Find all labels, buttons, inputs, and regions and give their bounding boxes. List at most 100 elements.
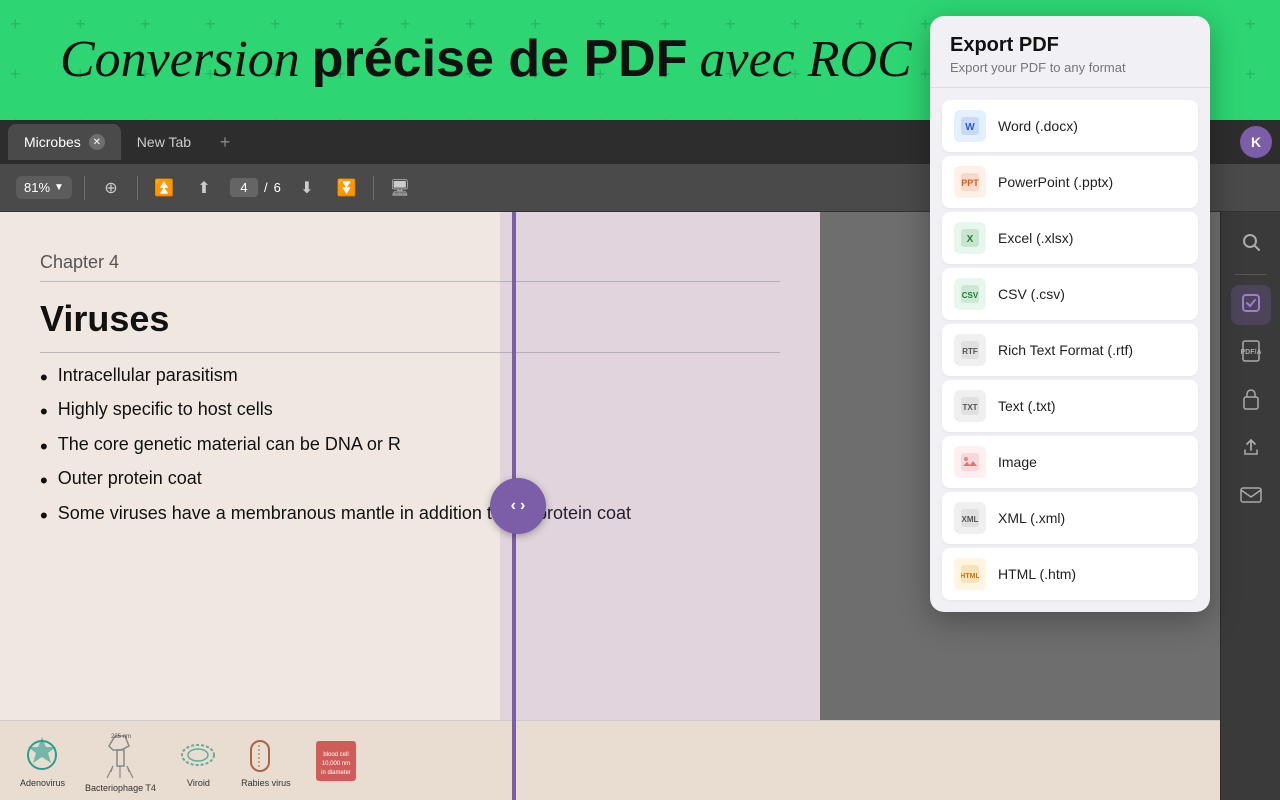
svg-text:X: X xyxy=(967,234,974,245)
svg-text:10,000 nm: 10,000 nm xyxy=(322,761,350,767)
nav-left-arrow: ‹ xyxy=(511,497,516,515)
export-html-button[interactable]: HTML HTML (.htm) xyxy=(942,548,1198,600)
nav-arrows-button[interactable]: ‹ › xyxy=(490,478,546,534)
export-rtf-button[interactable]: RTF Rich Text Format (.rtf) xyxy=(942,324,1198,376)
zoom-chevron-icon: ▼ xyxy=(54,182,64,193)
banner-cursive-2: avec ROC xyxy=(699,31,911,88)
export-txt-button[interactable]: TXT Text (.txt) xyxy=(942,380,1198,432)
avatar[interactable]: K xyxy=(1240,126,1272,158)
export-xml-label: XML (.xml) xyxy=(998,510,1065,526)
tab-microbes[interactable]: Microbes ✕ xyxy=(8,124,121,160)
svg-text:blood cell: blood cell xyxy=(323,752,348,758)
export-ppt-label: PowerPoint (.pptx) xyxy=(998,174,1113,190)
svg-text:RTF: RTF xyxy=(962,347,978,356)
svg-text:XML: XML xyxy=(962,515,979,524)
export-word-button[interactable]: W Word (.docx) xyxy=(942,100,1198,152)
export-subtitle: Export your PDF to any format xyxy=(950,60,1190,75)
export-csv-label: CSV (.csv) xyxy=(998,286,1065,302)
export-ppt-button[interactable]: PPT PowerPoint (.pptx) xyxy=(942,156,1198,208)
pdfa-icon: PDF/A xyxy=(1241,340,1261,367)
export-excel-label: Excel (.xlsx) xyxy=(998,230,1073,246)
svg-text:PDF/A: PDF/A xyxy=(1241,349,1261,356)
prev-top-button[interactable]: ⏫ xyxy=(150,174,178,202)
mail-icon xyxy=(1240,486,1262,509)
ppt-icon: PPT xyxy=(954,166,986,198)
bullet-item-3: The core genetic material can be DNA or … xyxy=(40,430,780,464)
export-list: W Word (.docx) PPT PowerPoint (.pptx) X … xyxy=(930,96,1210,612)
search-sidebar-button[interactable] xyxy=(1231,224,1271,264)
svg-text:PPT: PPT xyxy=(961,178,979,188)
right-sidebar: PDF/A xyxy=(1220,212,1280,800)
zoom-value: 81% xyxy=(24,180,50,195)
convert-sidebar-button[interactable] xyxy=(1231,285,1271,325)
svg-text:225 nm: 225 nm xyxy=(111,734,131,740)
bullet-list: Intracellular parasitism Highly specific… xyxy=(40,361,780,533)
page-input[interactable] xyxy=(230,178,258,197)
pdf-illustrations: Adenovirus 225 nm Bacteriophage T4 xyxy=(0,720,1220,800)
bullet-item-1: Intracellular parasitism xyxy=(40,361,780,395)
tab-new-label: New Tab xyxy=(137,134,191,150)
pdfa-sidebar-button[interactable]: PDF/A xyxy=(1231,333,1271,373)
share-sidebar-button[interactable] xyxy=(1231,429,1271,469)
page-control: / 6 xyxy=(230,178,281,197)
word-icon: W xyxy=(954,110,986,142)
fit-button[interactable]: 🖥 xyxy=(386,174,414,202)
export-html-label: HTML (.htm) xyxy=(998,566,1076,582)
rabies-illustration: Rabies virus xyxy=(241,733,291,788)
export-excel-button[interactable]: X Excel (.xlsx) xyxy=(942,212,1198,264)
export-image-label: Image xyxy=(998,454,1037,470)
bullet-item-4: Outer protein coat xyxy=(40,464,780,498)
export-xml-button[interactable]: XML XML (.xml) xyxy=(942,492,1198,544)
tab-microbes-close[interactable]: ✕ xyxy=(89,134,105,150)
image-icon xyxy=(954,446,986,478)
toolbar-separator-2 xyxy=(137,176,138,200)
html-icon: HTML xyxy=(954,558,986,590)
zoom-control[interactable]: 81% ▼ xyxy=(16,176,72,199)
tab-microbes-label: Microbes xyxy=(24,134,81,150)
banner-text: Conversion précise de PDF avec ROC xyxy=(60,24,1012,96)
pdf-page: Chapter 4 Viruses Intracellular parasiti… xyxy=(0,212,820,800)
svg-text:HTML: HTML xyxy=(961,573,979,580)
mail-sidebar-button[interactable] xyxy=(1231,477,1271,517)
export-divider xyxy=(930,87,1210,88)
lock-icon xyxy=(1242,388,1260,415)
prev-button[interactable]: ⬆ xyxy=(190,174,218,202)
tab-new[interactable]: New Tab xyxy=(121,124,207,160)
svg-text:in diameter: in diameter xyxy=(321,770,351,776)
blood-cell-illustration: blood cell 10,000 nm in diameter xyxy=(311,736,361,786)
nav-right-arrow: › xyxy=(520,497,525,515)
zoom-in-button[interactable]: ⊕ xyxy=(97,174,125,202)
svg-text:TXT: TXT xyxy=(962,403,977,412)
section-divider-bottom xyxy=(40,352,780,353)
section-title: Viruses xyxy=(40,298,780,340)
section-divider-top xyxy=(40,281,780,282)
search-icon xyxy=(1241,232,1261,257)
svg-text:CSV: CSV xyxy=(962,291,979,300)
bullet-item-5: Some viruses have a membranous mantle in… xyxy=(40,499,780,533)
upload-icon xyxy=(1241,436,1261,463)
txt-icon: TXT xyxy=(954,390,986,422)
page-separator: / xyxy=(264,180,268,195)
export-txt-label: Text (.txt) xyxy=(998,398,1056,414)
next-bottom-button[interactable]: ⏬ xyxy=(333,174,361,202)
total-pages: 6 xyxy=(274,180,281,195)
bullet-item-2: Highly specific to host cells xyxy=(40,395,780,429)
rtf-icon: RTF xyxy=(954,334,986,366)
csv-icon: CSV xyxy=(954,278,986,310)
new-tab-button[interactable]: + xyxy=(211,128,239,156)
export-image-button[interactable]: Image xyxy=(942,436,1198,488)
export-csv-button[interactable]: CSV CSV (.csv) xyxy=(942,268,1198,320)
export-panel: Export PDF Export your PDF to any format… xyxy=(930,16,1210,612)
banner-cursive-1: Conversion xyxy=(60,31,300,88)
xml-icon: XML xyxy=(954,502,986,534)
convert-icon xyxy=(1240,292,1262,319)
bacteriophage-illustration: 225 nm Bacteriophage T4 xyxy=(85,728,156,793)
toolbar-separator-1 xyxy=(84,176,85,200)
excel-icon: X xyxy=(954,222,986,254)
toolbar-separator-3 xyxy=(373,176,374,200)
protect-sidebar-button[interactable] xyxy=(1231,381,1271,421)
svg-text:W: W xyxy=(965,122,975,133)
sidebar-sep-1 xyxy=(1235,274,1267,275)
export-rtf-label: Rich Text Format (.rtf) xyxy=(998,342,1133,358)
next-button[interactable]: ⬇ xyxy=(293,174,321,202)
